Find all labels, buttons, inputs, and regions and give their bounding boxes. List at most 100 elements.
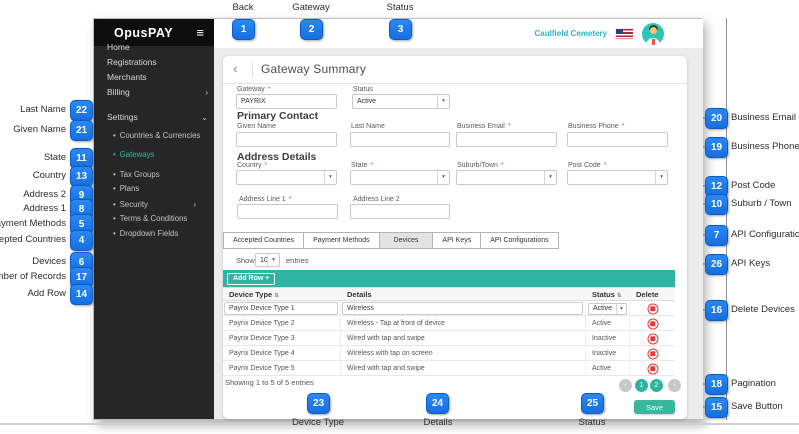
dropdown-arrow-icon: ▾ [616,304,626,314]
last-name-input[interactable] [350,132,450,147]
dropdown-arrow-icon: ▾ [437,95,449,108]
gateway-input[interactable]: PAYRIX [236,94,337,109]
delete-row-button[interactable] [647,333,658,344]
device-type-cell: Payrix Device Type 5 [223,361,341,376]
callout-15: 15 [705,397,728,418]
row-status-select[interactable]: Active▾ [588,303,627,315]
tab-devices[interactable]: Devices [379,232,434,249]
sidebar-item-terms-conditions[interactable]: •Terms & Conditions [113,213,208,224]
bullet-icon: • [113,214,116,223]
title-divider [252,63,253,77]
dropdown-arrow-icon: ▾ [437,171,449,184]
gateway-label: Gateway* [237,86,270,93]
delete-row-button[interactable] [647,318,658,329]
address-line-1-input[interactable] [237,204,338,219]
annotation-label-api-configurations: API Configurations [731,229,799,240]
save-button[interactable]: Save [634,400,675,414]
business-email-input[interactable] [456,132,557,147]
callout-13: 13 [70,166,93,187]
sidebar-item-security[interactable]: •Security› [113,199,208,210]
required-marker: * [622,123,625,130]
required-marker: * [604,162,607,169]
status-cell: Active [586,361,630,376]
delete-row-button[interactable] [647,363,658,374]
annotation-label-status-top: Status [370,2,430,13]
dropdown-arrow-icon: ▾ [544,171,556,184]
status-select[interactable]: Active▾ [352,94,450,109]
sidebar-item-settings[interactable]: Settings⌄ [107,111,208,123]
state-label: State* [351,162,373,169]
suburb-town-select[interactable]: ▾ [456,170,557,185]
sidebar-item-merchants[interactable]: Merchants [107,71,208,83]
column-header-device-type[interactable]: Device Type⇅ [223,288,341,302]
business-phone-input[interactable] [567,132,668,147]
pagination-next-button[interactable]: › [668,379,681,392]
sort-icon: ⇅ [617,293,622,299]
callout-25: 25 [581,393,604,414]
status-label: Status [353,86,373,93]
column-header-status[interactable]: Status⇅ [586,288,630,302]
column-header-details[interactable]: Details [341,288,586,302]
post-code-select[interactable]: ▾ [567,170,668,185]
dropdown-arrow-icon: ▾ [324,171,336,184]
required-marker: * [508,123,511,130]
sort-icon: ⇅ [274,293,279,299]
status-cell: Active [586,316,630,331]
callout-18: 18 [705,374,728,395]
bullet-icon: • [113,229,116,238]
sidebar-item-dropdown-fields[interactable]: •Dropdown Fields [113,228,208,239]
entries-count-select[interactable]: 10▾ [255,253,280,267]
table-row: Payrix Device Type 3 Wired with tap and … [223,331,675,346]
callout-24: 24 [426,393,449,414]
add-row-button[interactable]: Add Row + [227,273,275,285]
table-row: Payrix Device Type 4 Wireless with tap o… [223,346,675,361]
sidebar-item-gateways[interactable]: •Gateways [113,149,208,160]
given-name-label: Given Name [237,123,276,130]
sidebar-item-registrations[interactable]: Registrations [107,56,208,68]
sidebar-item-tax-groups[interactable]: •Tax Groups [113,169,208,180]
sidebar: OpusPAY ≡ Home Registrations Merchants B… [94,19,214,419]
devices-table-header: Device Type⇅ Details Status⇅ Delete [223,287,675,301]
country-select[interactable]: ▾ [236,170,337,185]
sidebar-item-billing[interactable]: Billing› [107,86,208,98]
annotation-label-status-bottom: Status [552,417,632,428]
back-button[interactable]: ‹ [233,60,238,76]
table-toolbar: Add Row + [223,270,675,287]
details-cell: Wireless - Tap at front of device [341,316,586,331]
delete-row-button[interactable] [647,303,658,314]
sidebar-item-plans[interactable]: •Plans [113,183,208,194]
sidebar-item-home[interactable]: Home [107,41,208,53]
given-name-input[interactable] [236,132,337,147]
annotation-label-pagination: Pagination [731,378,776,389]
tab-api-configurations[interactable]: API Configurations [480,232,558,249]
table-row: Payrix Device Type 2 Wireless - Tap at f… [223,316,675,331]
bullet-icon: • [113,170,116,179]
sidebar-item-countries-currencies[interactable]: •Countries & Currencies [113,130,208,141]
gateway-summary-card: ‹ Gateway Summary Gateway* PAYRIX Status… [223,56,687,419]
top-bar: Caulfield Cemetery [214,19,703,48]
tab-accepted-countries[interactable]: Accepted Countries [223,232,304,249]
avatar[interactable] [642,23,664,45]
bullet-icon: • [113,200,116,209]
details-input[interactable]: Wireless [342,302,583,315]
state-select[interactable]: ▾ [350,170,450,185]
pagination-page-2[interactable]: 2 [650,379,663,392]
pagination-page-1[interactable]: 1 [635,379,648,392]
required-marker: * [268,86,271,93]
status-cell: Inactive [586,346,630,361]
tab-payment-methods[interactable]: Payment Methods [303,232,379,249]
app-window: OpusPAY ≡ Home Registrations Merchants B… [93,18,702,420]
delete-row-button[interactable] [647,348,658,359]
app-logo: OpusPAY [114,26,173,40]
address-line-2-input[interactable] [350,204,450,219]
tab-api-keys[interactable]: API Keys [432,232,481,249]
device-type-input[interactable]: Payrix Device Type 1 [224,302,338,315]
annotation-label-business-email: Business Email [731,112,796,123]
account-name-link[interactable]: Caulfield Cemetery [535,29,607,38]
pagination-prev-button[interactable]: ‹ [619,379,632,392]
dropdown-arrow-icon: ▾ [267,254,279,266]
annotation-label-accepted-countries: Accepted Countries [0,234,66,245]
hamburger-menu-icon[interactable]: ≡ [196,26,204,39]
status-cell: Inactive [586,331,630,346]
callout-20: 20 [705,108,728,129]
